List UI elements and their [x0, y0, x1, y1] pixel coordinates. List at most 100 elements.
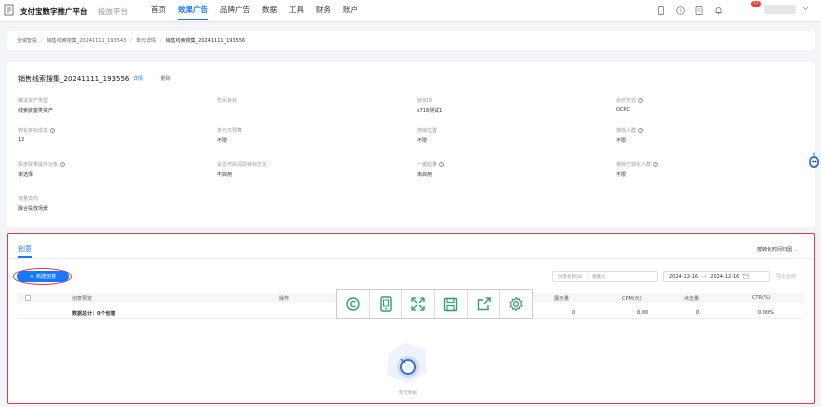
column-header-cpm[interactable]: CPM(元)	[622, 295, 642, 302]
column-header-actions: 操作	[279, 296, 290, 302]
new-creative-label: 新建创意	[36, 274, 57, 280]
arrow-right-icon: →	[702, 273, 707, 280]
top-navigation-bar: 支付宝数字推广平台 投放平台 首页 效果广告 品牌广告 数据 工具 财务 账户 …	[0, 0, 821, 22]
attribution-dropdown-label: 按转化时间归因	[757, 247, 793, 253]
summary-clicks: 0	[696, 310, 700, 316]
delete-label: 删除	[160, 76, 171, 82]
field-label: 推进资产类型	[18, 98, 49, 104]
breadcrumb-item[interactable]: 销售线索搜集_20241111_193543	[47, 37, 127, 44]
field-value: 不启用	[217, 172, 233, 178]
field-label: 排除已转化人群	[616, 162, 652, 168]
field-deep-optimization: 是否开启深层目标优化 不启用	[217, 161, 267, 178]
field-value: s718测试1	[417, 108, 443, 114]
field-value: 未启用	[417, 172, 433, 178]
field-daily-budget: 单元日预算 不限	[217, 127, 242, 144]
field-label: 出价方式	[616, 98, 637, 104]
tab-creative[interactable]: 创意	[18, 244, 32, 254]
nav-item-data[interactable]: 数据	[256, 0, 283, 22]
field-value: 融合投放场景	[18, 206, 49, 212]
help-icon[interactable]: ?	[675, 5, 685, 15]
search-field-label: 创意名称/ID	[558, 274, 583, 280]
field-value: 不限	[616, 172, 627, 178]
brand-name[interactable]: 支付宝数字推广平台	[20, 6, 88, 17]
mobile-icon[interactable]	[656, 5, 666, 15]
share-button[interactable]	[468, 290, 501, 318]
field-value: OCPC	[616, 107, 630, 113]
creative-search-field[interactable]: 创意名称/ID | 请输入	[552, 271, 658, 282]
nav-item-tools[interactable]: 工具	[283, 0, 310, 22]
column-header-impressions[interactable]: 展示量	[554, 295, 569, 302]
field-label: 排除人群	[616, 128, 637, 134]
attribution-dropdown[interactable]: 按转化时间归因 ⌄	[757, 246, 798, 253]
tablet-button[interactable]	[370, 290, 403, 318]
nav-item-brand-ads[interactable]: 品牌广告	[214, 0, 256, 22]
date-start[interactable]: 2024-12-16	[669, 274, 698, 280]
field-optimization-goal: 优化目标	[217, 97, 237, 107]
help-icon[interactable]: ?	[50, 128, 56, 133]
chevron-down-icon[interactable]	[802, 6, 809, 13]
delete-button[interactable]: · 删除	[157, 75, 171, 83]
calendar-icon	[743, 273, 750, 281]
select-all-checkbox[interactable]	[25, 295, 31, 301]
search-input[interactable]: 请输入	[592, 274, 606, 280]
share-icon	[477, 297, 491, 311]
detail-link[interactable]: 详情	[133, 75, 143, 82]
breadcrumb-separator: /	[159, 37, 162, 44]
field-value: 不限	[417, 138, 428, 144]
field-separator: |	[586, 274, 588, 279]
empty-state-text: 暂无数据	[399, 391, 417, 396]
save-button[interactable]	[435, 290, 468, 318]
field-label: 转化ID	[417, 98, 433, 104]
date-range-picker[interactable]: 2024-12-16 → 2024-12-16	[663, 271, 770, 282]
field-label: 转化目标成本	[18, 128, 49, 134]
field-one-click-boost: 一键起量? 未启用	[417, 161, 445, 178]
field-target-cost: 转化目标成本? 12	[18, 127, 56, 143]
summary-impressions: 0	[572, 310, 576, 316]
field-exclude-converted: 排除已转化人群? 不限	[616, 161, 659, 178]
assistant-robot-icon[interactable]	[805, 152, 819, 170]
chevron-down-icon: ⌄	[793, 247, 798, 253]
summary-ctr: 0.00%	[758, 310, 774, 316]
help-icon[interactable]: ?	[653, 162, 659, 167]
breadcrumb: 全域智投 / 销售线索搜集_20241111_193543 / 单元详情 / 销…	[7, 31, 815, 50]
new-creative-button[interactable]: + 新建创意	[17, 271, 69, 282]
copyright-button[interactable]	[337, 290, 370, 318]
field-value: 12	[18, 137, 25, 143]
user-avatar[interactable]	[764, 5, 796, 14]
field-asset-type: 推进资产类型 线索获客类资产	[18, 97, 53, 114]
plus-icon: +	[29, 273, 35, 280]
date-end[interactable]: 2024-12-16	[710, 274, 739, 280]
expand-icon	[411, 297, 425, 311]
delete-icon: ·	[157, 75, 159, 82]
nav-item-account[interactable]: 账户	[337, 0, 364, 22]
field-label: 地域位置	[417, 128, 438, 134]
help-icon[interactable]: ?	[439, 162, 445, 167]
nav-item-home[interactable]: 首页	[145, 0, 172, 22]
column-header-ctr[interactable]: CTR(%)	[752, 295, 771, 301]
nav-item-finance[interactable]: 财务	[310, 0, 337, 22]
tablet-icon	[379, 296, 392, 312]
help-icon[interactable]: ?	[638, 128, 644, 133]
breadcrumb-item[interactable]: 全域智投	[17, 37, 37, 44]
field-boost-target: 投放效果提升对象? 未选择	[18, 161, 66, 178]
document-icon[interactable]	[694, 5, 704, 15]
main-nav: 首页 效果广告 品牌广告 数据 工具 财务 账户	[145, 0, 364, 22]
breadcrumb-item[interactable]: 单元详情	[136, 37, 156, 44]
field-label: 流量去向	[18, 196, 39, 202]
settings-button[interactable]	[500, 290, 532, 318]
bell-icon[interactable]	[713, 5, 723, 15]
expand-button[interactable]	[402, 290, 436, 318]
nav-item-performance-ads[interactable]: 效果广告	[172, 0, 214, 22]
svg-text:?: ?	[679, 8, 682, 14]
help-icon[interactable]: ?	[60, 162, 66, 167]
column-header-clicks[interactable]: 点击量	[684, 295, 699, 302]
notification-badge: 11	[751, 1, 761, 7]
field-label: 优化目标	[217, 98, 238, 104]
export-all-button[interactable]: 导出全部	[776, 273, 796, 280]
field-value: 不限	[616, 138, 627, 144]
settings-icon	[509, 296, 523, 312]
help-icon[interactable]: ?	[638, 98, 644, 103]
field-value: 不限	[217, 138, 228, 144]
unit-info-card: 销售线索搜集_20241111_193556 详情 · 删除 推进资产类型 线索…	[7, 62, 815, 227]
breadcrumb-current: 销售线索搜集_20241111_193556	[165, 38, 246, 44]
